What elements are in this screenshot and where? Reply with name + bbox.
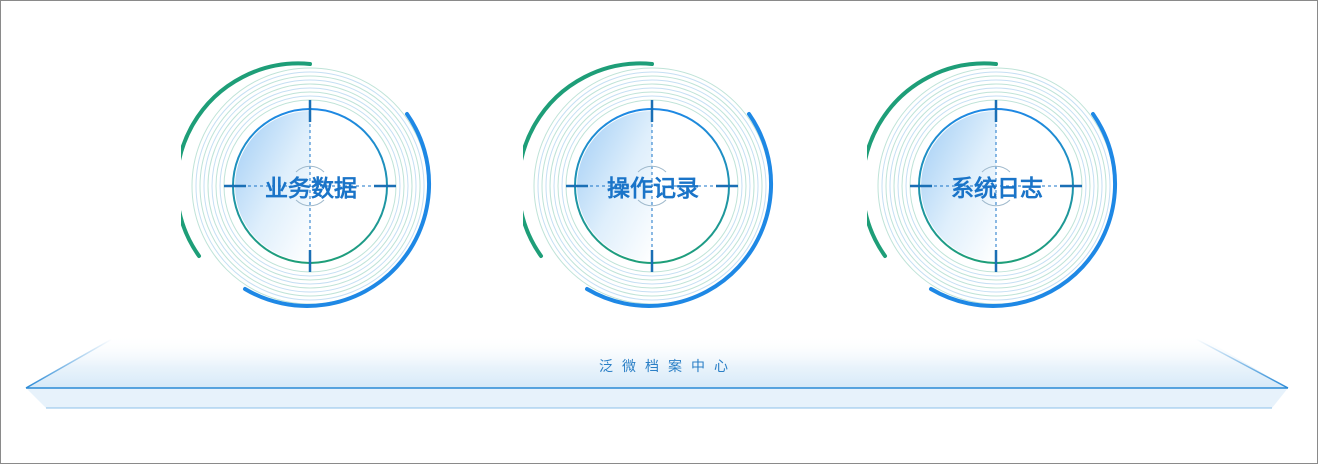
- platform-title: 泛微档案中心: [599, 359, 737, 375]
- module-business-data[interactable]: 业务数据: [181, 56, 441, 316]
- target-ring-icon: [181, 61, 432, 308]
- diagram-stage: 业务数据 操作记录 系统日志 泛微档案中心: [0, 0, 1318, 464]
- target-ring-icon: [867, 61, 1118, 308]
- target-ring-icon: [523, 61, 774, 308]
- module-operation-records[interactable]: 操作记录: [523, 56, 783, 316]
- module-system-logs[interactable]: 系统日志: [867, 56, 1127, 316]
- platform-front-face: [26, 388, 1288, 408]
